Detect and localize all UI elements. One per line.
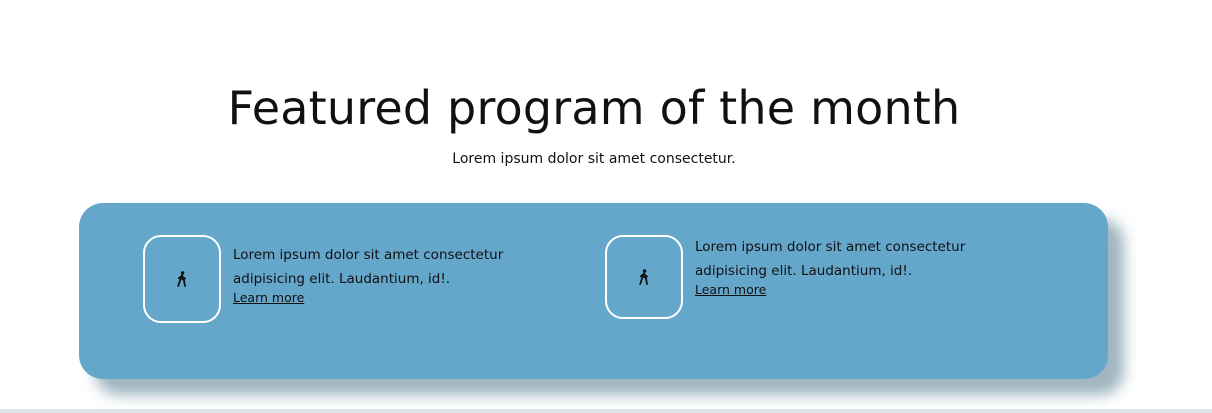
section-title: Featured program of the month xyxy=(227,81,961,135)
program-card-text: Lorem ipsum dolor sit amet consectetur a… xyxy=(233,243,553,305)
featured-programs-panel: Lorem ipsum dolor sit amet consectetur a… xyxy=(79,203,1108,379)
learn-more-link[interactable]: Learn more xyxy=(233,291,304,305)
walking-person-icon xyxy=(605,235,683,319)
walking-person-icon xyxy=(143,235,221,323)
program-description: Lorem ipsum dolor sit amet consectetur a… xyxy=(233,247,504,287)
section-subtitle: Lorem ipsum dolor sit amet consectetur. xyxy=(452,151,736,167)
learn-more-link[interactable]: Learn more xyxy=(695,283,766,297)
program-description: Lorem ipsum dolor sit amet consectetur a… xyxy=(695,239,966,279)
bottom-divider xyxy=(0,409,1212,413)
program-card: Lorem ipsum dolor sit amet consectetur a… xyxy=(605,235,1015,319)
program-card: Lorem ipsum dolor sit amet consectetur a… xyxy=(143,235,553,323)
program-card-text: Lorem ipsum dolor sit amet consectetur a… xyxy=(695,235,1015,297)
